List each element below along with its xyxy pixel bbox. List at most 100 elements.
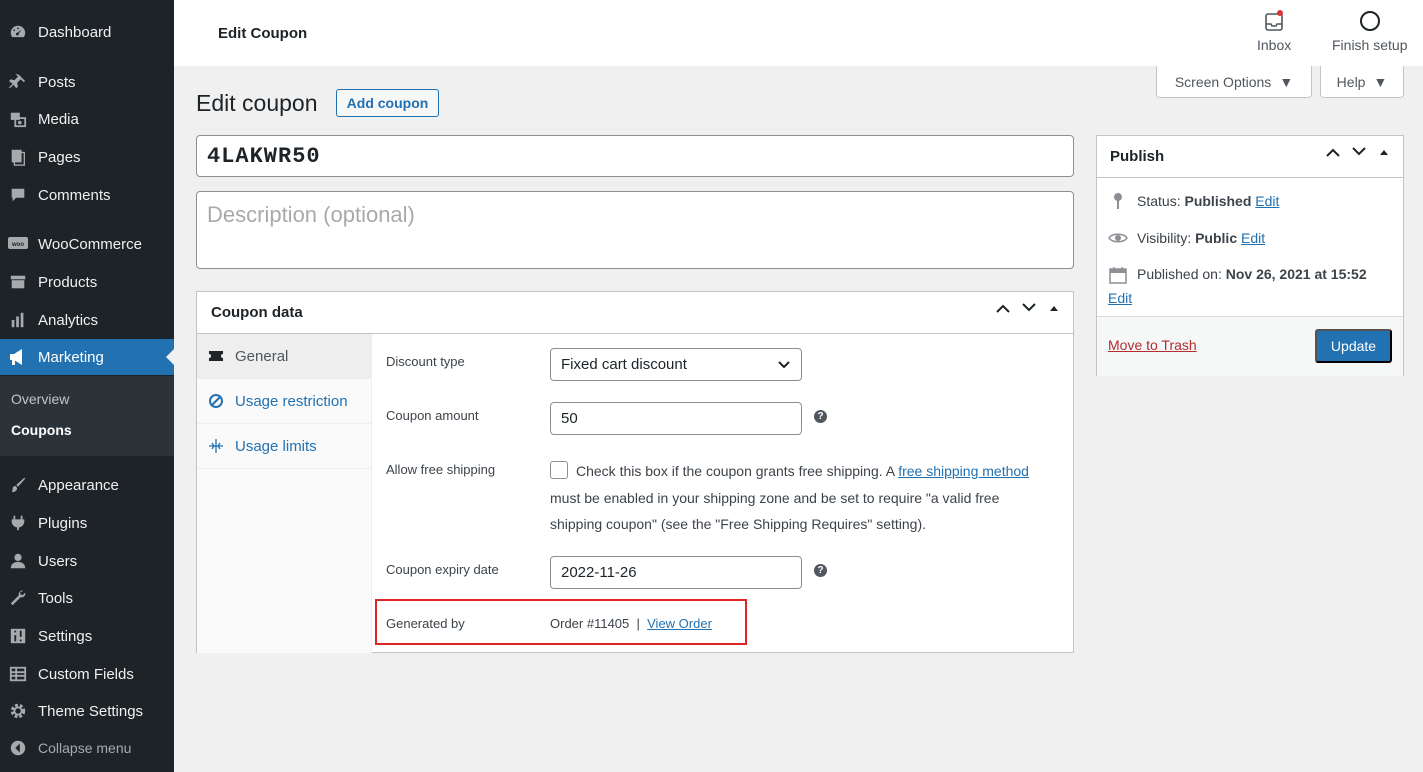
coupon-data-title: Coupon data <box>211 304 303 321</box>
admin-sidebar: Dashboard Posts Media Pages Comments woo… <box>0 0 174 772</box>
woocommerce-icon: woo <box>8 234 28 254</box>
publish-header: Publish <box>1097 136 1403 178</box>
bar-chart-icon <box>8 310 28 330</box>
published-on-label: Published on: <box>1137 266 1222 282</box>
sidebar-item-plugins[interactable]: Plugins <box>0 505 174 541</box>
sidebar-item-settings[interactable]: Settings <box>0 618 174 654</box>
expiry-date-input[interactable]: 2022-11-26 <box>550 556 802 589</box>
sidebar-item-label: Appearance <box>38 476 119 494</box>
status-label: Status: <box>1137 193 1181 209</box>
sidebar-item-products[interactable]: Products <box>0 264 174 300</box>
screen-options-label: Screen Options <box>1174 73 1272 90</box>
sidebar-item-comments[interactable]: Comments <box>0 177 174 213</box>
help-tip-icon[interactable]: ? <box>814 410 827 423</box>
sidebar-item-woocommerce[interactable]: woo WooCommerce <box>0 226 174 262</box>
pin-icon <box>8 72 28 92</box>
coupon-code-input[interactable]: 4LAKWR50 <box>196 135 1074 177</box>
visibility-label: Visibility: <box>1137 230 1192 246</box>
expiry-date-label: Coupon expiry date <box>386 562 499 577</box>
finish-setup-button[interactable]: Finish setup <box>1332 10 1407 53</box>
publish-actions: Move to Trash Update <box>1097 316 1403 376</box>
sidebar-item-label: Analytics <box>38 311 99 329</box>
coupon-amount-input[interactable]: 50 <box>550 402 802 435</box>
update-button[interactable]: Update <box>1315 329 1392 363</box>
inbox-button[interactable]: Inbox <box>1257 10 1291 53</box>
sidebar-item-tools[interactable]: Tools <box>0 580 174 616</box>
inbox-icon <box>1265 10 1284 31</box>
collapse-menu-button[interactable]: Collapse menu <box>0 730 174 766</box>
tab-usage-restriction[interactable]: Usage restriction <box>197 379 371 424</box>
published-on-row: Published on: Nov 26, 2021 at 15:52 <box>1108 266 1367 284</box>
sidebar-item-appearance[interactable]: Appearance <box>0 467 174 503</box>
visibility-value: Public <box>1195 230 1238 246</box>
move-down-icon[interactable] <box>1021 303 1037 313</box>
tab-label: General <box>235 347 289 365</box>
submenu-item-overview[interactable]: Overview <box>11 391 69 407</box>
collapse-menu-label: Collapse menu <box>38 740 132 756</box>
move-up-icon[interactable] <box>995 303 1011 313</box>
free-shipping-text: must be enabled in your shipping zone an… <box>550 489 1000 533</box>
sidebar-item-analytics[interactable]: Analytics <box>0 302 174 338</box>
tab-label: Usage restriction <box>235 392 348 410</box>
sidebar-item-posts[interactable]: Posts <box>0 64 174 100</box>
limits-icon <box>207 438 225 454</box>
add-coupon-button[interactable]: Add coupon <box>336 89 439 117</box>
pages-icon <box>8 147 28 167</box>
free-shipping-method-link[interactable]: free shipping method <box>898 463 1029 479</box>
free-shipping-text: Check this box if the coupon grants free… <box>576 463 899 479</box>
tab-general[interactable]: General <box>197 334 371 379</box>
sidebar-item-pages[interactable]: Pages <box>0 139 174 175</box>
sidebar-item-label: Posts <box>38 73 76 91</box>
archive-icon <box>8 272 28 292</box>
discount-type-select[interactable]: Fixed cart discount <box>550 348 802 381</box>
tab-usage-limits[interactable]: Usage limits <box>197 424 371 469</box>
help-tip-icon[interactable]: ? <box>814 564 827 577</box>
order-number: Order #11405 <box>550 616 630 631</box>
screen-options-button[interactable]: Screen Options ▼ <box>1156 66 1312 98</box>
move-down-icon[interactable] <box>1351 147 1367 157</box>
edit-date-link[interactable]: Edit <box>1108 290 1132 306</box>
generated-by-label: Generated by <box>386 616 465 631</box>
sidebar-item-label: WooCommerce <box>38 235 142 253</box>
dashboard-icon <box>8 22 28 42</box>
sidebar-item-dashboard[interactable]: Dashboard <box>0 14 174 50</box>
sidebar-item-label: Settings <box>38 627 93 645</box>
published-on-value: Nov 26, 2021 at 15:52 <box>1225 266 1367 282</box>
sidebar-item-label: Comments <box>38 186 111 204</box>
coupon-data-header: Coupon data <box>197 292 1073 334</box>
user-icon <box>8 551 28 571</box>
move-up-icon[interactable] <box>1325 147 1341 157</box>
finish-setup-label: Finish setup <box>1332 37 1408 53</box>
sidebar-item-marketing[interactable]: Marketing <box>0 339 174 375</box>
discount-type-label: Discount type <box>386 354 465 369</box>
ticket-icon <box>207 350 225 362</box>
status-value: Published <box>1184 193 1252 209</box>
toggle-panel-icon[interactable] <box>1047 303 1061 313</box>
sidebar-item-users[interactable]: Users <box>0 543 174 579</box>
sidebar-item-custom-fields[interactable]: Custom Fields <box>0 656 174 692</box>
move-to-trash-link[interactable]: Move to Trash <box>1108 337 1197 353</box>
submenu-item-coupons[interactable]: Coupons <box>11 422 72 438</box>
caret-down-icon: ▼ <box>1373 73 1388 90</box>
description-textarea[interactable]: Description (optional) <box>196 191 1074 269</box>
inbox-label: Inbox <box>1257 37 1292 53</box>
coupon-amount-label: Coupon amount <box>386 408 479 423</box>
top-header: Edit Coupon Inbox Finish setup <box>174 0 1423 66</box>
brush-icon <box>8 475 28 495</box>
view-order-link[interactable]: View Order <box>647 616 712 631</box>
page-title: Edit coupon <box>196 90 318 116</box>
generated-by-value: Order #11405 | View Order <box>550 616 712 631</box>
sidebar-item-theme-settings[interactable]: Theme Settings <box>0 693 174 729</box>
sidebar-item-label: Plugins <box>38 514 88 532</box>
sidebar-item-media[interactable]: Media <box>0 101 174 137</box>
eye-icon <box>1108 231 1128 245</box>
sidebar-item-label: Theme Settings <box>38 702 144 720</box>
edit-visibility-link[interactable]: Edit <box>1241 230 1265 246</box>
svg-text:woo: woo <box>11 242 24 248</box>
toggle-panel-icon[interactable] <box>1377 147 1391 157</box>
edit-status-link[interactable]: Edit <box>1255 193 1279 209</box>
help-button[interactable]: Help ▼ <box>1320 66 1404 98</box>
header-title: Edit Coupon <box>218 25 308 42</box>
sidebar-item-label: Pages <box>38 148 81 166</box>
coupon-data-panel: Coupon data General Usage restriction Us… <box>196 291 1074 653</box>
